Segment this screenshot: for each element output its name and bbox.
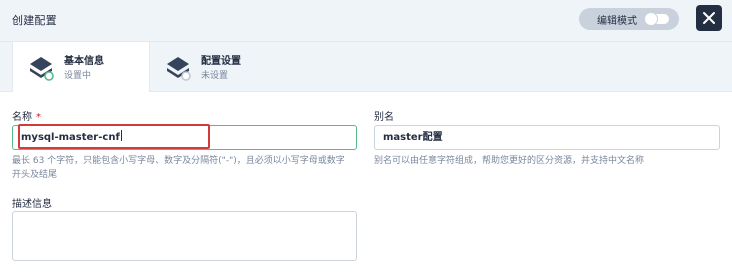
- name-label: 名称 *: [12, 108, 41, 123]
- close-button[interactable]: [696, 5, 722, 31]
- switch-knob: [645, 13, 657, 25]
- modal-header: 创建配置 编辑模式: [0, 0, 732, 42]
- alias-input[interactable]: master配置: [374, 125, 720, 150]
- description-textarea[interactable]: [12, 211, 357, 261]
- step-name: 基本信息: [64, 56, 104, 67]
- step-status: 设置中: [64, 71, 92, 81]
- alias-label: 别名: [374, 112, 394, 123]
- description-label: 描述信息: [12, 199, 52, 210]
- alias-input-value: master配置: [383, 132, 443, 143]
- step-config-settings[interactable]: 配置设置 未设置: [160, 42, 300, 91]
- name-hint: 最长 63 个字符，只能包含小写字母、数字及分隔符("-")，且必须以小写字母或…: [12, 154, 362, 182]
- step-basic-info[interactable]: 基本信息 设置中: [12, 42, 150, 92]
- step-name: 配置设置: [201, 56, 241, 67]
- layers-icon: [30, 57, 54, 81]
- close-icon: [703, 12, 715, 24]
- name-hint-line-2: 开头及结尾: [12, 170, 58, 180]
- name-label-text: 名称: [12, 112, 32, 123]
- annotation-highlight-box: [18, 124, 210, 149]
- required-mark: *: [36, 112, 41, 123]
- edit-mode-switch[interactable]: [645, 13, 669, 25]
- modal-title: 创建配置: [12, 14, 57, 27]
- name-hint-line-1: 最长 63 个字符，只能包含小写字母、数字及分隔符("-")，且必须以小写字母或…: [12, 156, 345, 166]
- step-bar: 基本信息 设置中 配置设置 未设置: [0, 42, 732, 92]
- edit-mode-label: 编辑模式: [597, 16, 637, 27]
- edit-mode-toggle[interactable]: 编辑模式: [579, 8, 679, 30]
- alias-hint: 别名可以由任意字符组成，帮助您更好的区分资源，并支持中文名称: [374, 156, 645, 166]
- layers-icon: [167, 57, 191, 81]
- step-status: 未设置: [201, 71, 229, 81]
